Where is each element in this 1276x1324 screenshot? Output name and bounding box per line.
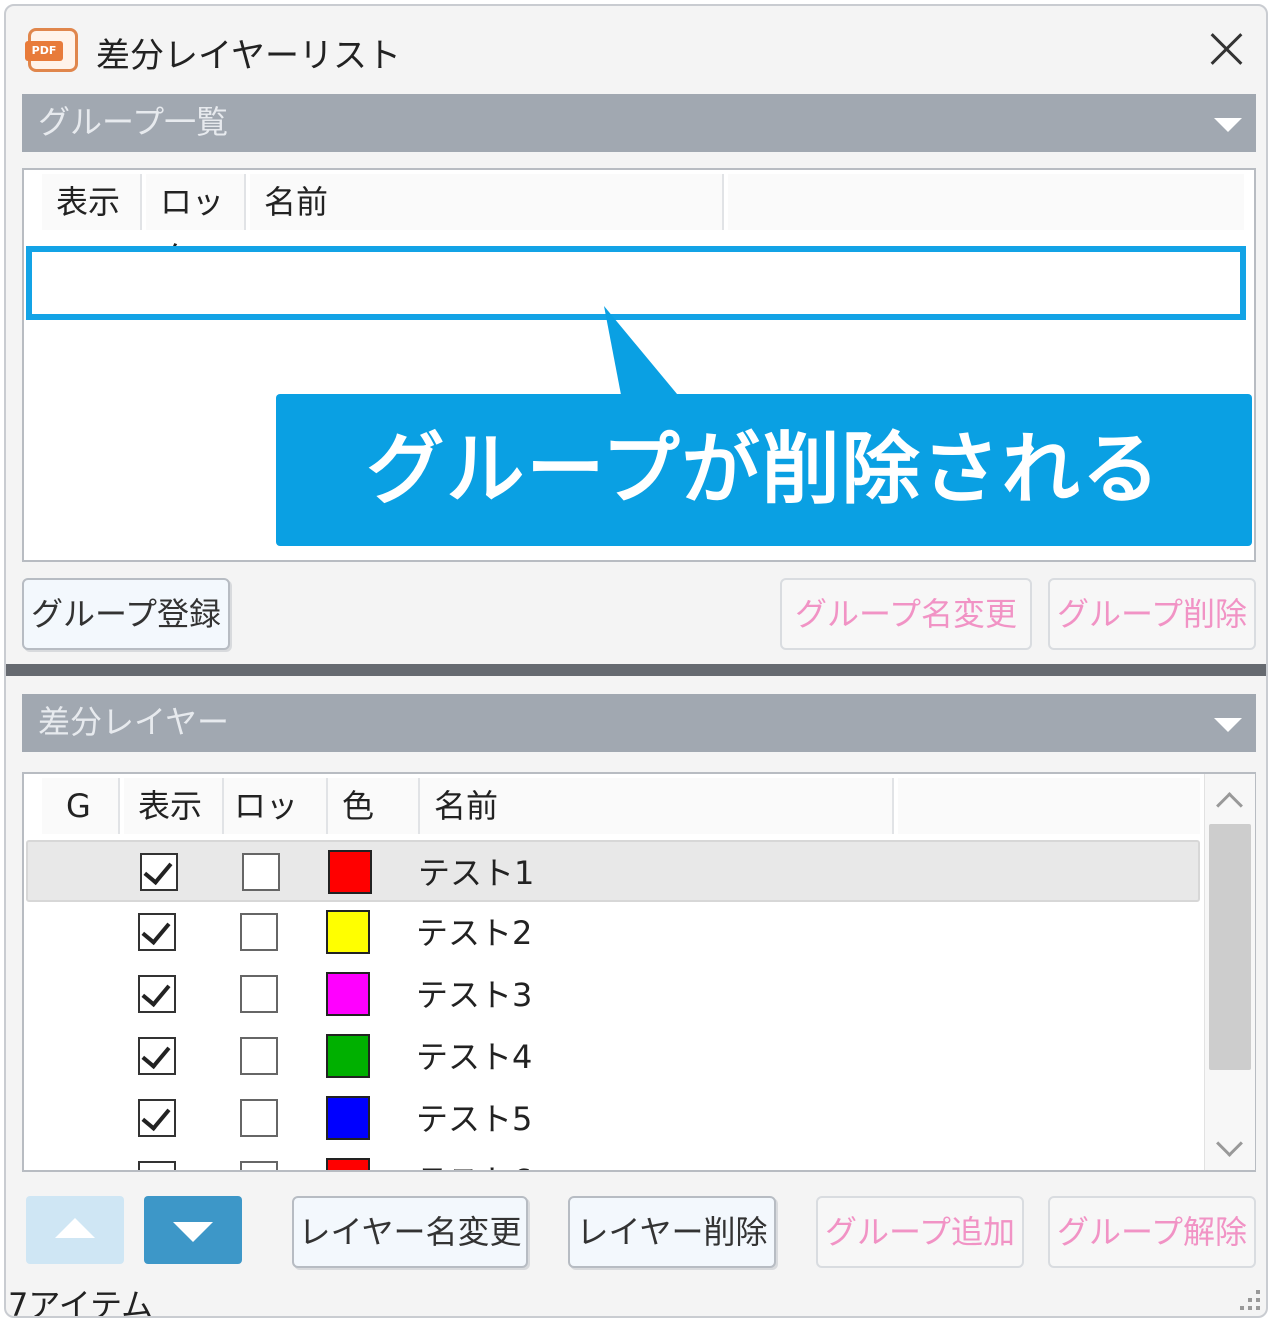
group-col-name[interactable]: 名前 — [250, 174, 724, 230]
layer-name: テスト4 — [416, 1038, 533, 1076]
visible-checkbox[interactable] — [138, 975, 176, 1013]
layer-row[interactable]: テスト2 — [26, 902, 1200, 964]
callout-banner: グループが削除される — [276, 394, 1252, 546]
callout-tail — [604, 306, 682, 400]
layer-list[interactable]: G 表示 ロック 色 名前 テスト1テスト2テスト3テスト4テスト5テスト6 — [22, 772, 1256, 1172]
lock-checkbox[interactable] — [240, 1099, 278, 1137]
group-remove-button[interactable]: グループ解除 — [1048, 1196, 1256, 1268]
lock-checkbox[interactable] — [240, 975, 278, 1013]
layer-rows: テスト1 テスト2 テスト3 テスト4 テスト5 テスト6 — [24, 774, 1202, 1170]
chevron-down-icon[interactable] — [1214, 718, 1242, 732]
color-swatch[interactable] — [326, 910, 370, 954]
visible-checkbox[interactable] — [138, 1161, 176, 1170]
layer-scrollbar[interactable] — [1204, 774, 1255, 1170]
lock-checkbox[interactable] — [240, 913, 278, 951]
layer-row[interactable]: テスト4 — [26, 1026, 1200, 1088]
layer-name: テスト5 — [416, 1100, 533, 1138]
visible-checkbox[interactable] — [138, 1099, 176, 1137]
group-rename-button[interactable]: グループ名変更 — [780, 578, 1032, 650]
layer-name: テスト1 — [418, 854, 535, 892]
arrow-up-icon — [55, 1218, 95, 1238]
move-down-button[interactable] — [144, 1196, 242, 1264]
scroll-down-icon[interactable] — [1216, 1130, 1243, 1157]
title-bar: PDF 差分レイヤーリスト — [6, 6, 1266, 92]
item-count-status: 7アイテム — [8, 1286, 154, 1318]
layer-name: テスト3 — [416, 976, 533, 1014]
layer-row[interactable]: テスト3 — [26, 964, 1200, 1026]
resize-grip-icon[interactable] — [1240, 1290, 1262, 1312]
layer-list-window: PDF 差分レイヤーリスト グループ一覧 表示 ロック 名前 グループが削除され… — [4, 4, 1268, 1318]
layer-rename-button[interactable]: レイヤー名変更 — [292, 1196, 528, 1268]
group-delete-button[interactable]: グループ削除 — [1048, 578, 1256, 650]
arrow-down-icon — [173, 1222, 213, 1242]
group-add-button[interactable]: グループ追加 — [816, 1196, 1024, 1268]
color-swatch[interactable] — [326, 1158, 370, 1170]
section-splitter[interactable] — [6, 664, 1266, 676]
lock-checkbox[interactable] — [242, 853, 280, 891]
layer-row[interactable]: テスト1 — [26, 840, 1200, 902]
layer-section-header[interactable]: 差分レイヤー — [22, 694, 1256, 752]
group-col-empty — [728, 174, 1244, 230]
pdf-app-icon: PDF — [25, 28, 78, 72]
group-section-header[interactable]: グループ一覧 — [22, 94, 1256, 152]
layer-delete-button[interactable]: レイヤー削除 — [568, 1196, 776, 1268]
lock-checkbox[interactable] — [240, 1161, 278, 1170]
window-title: 差分レイヤーリスト — [96, 36, 401, 76]
color-swatch[interactable] — [326, 1034, 370, 1078]
color-swatch[interactable] — [328, 850, 372, 894]
group-col-lock[interactable]: ロック — [146, 174, 246, 277]
layer-name: テスト2 — [416, 914, 533, 952]
layer-name: テスト6 — [416, 1150, 532, 1170]
visible-checkbox[interactable] — [138, 913, 176, 951]
layer-section-title: 差分レイヤー — [38, 703, 230, 741]
callout-text: グループが削除される — [366, 425, 1162, 515]
layer-row[interactable]: テスト5 — [26, 1088, 1200, 1150]
lock-checkbox[interactable] — [240, 1037, 278, 1075]
move-up-button[interactable] — [26, 1196, 124, 1264]
layer-row[interactable]: テスト6 — [26, 1150, 1200, 1170]
scroll-up-icon[interactable] — [1216, 792, 1243, 819]
scroll-thumb[interactable] — [1209, 824, 1251, 1070]
visible-checkbox[interactable] — [140, 853, 178, 891]
color-swatch[interactable] — [326, 972, 370, 1016]
group-col-visible[interactable]: 表示 — [42, 174, 142, 230]
group-register-button[interactable]: グループ登録 — [22, 578, 230, 650]
color-swatch[interactable] — [326, 1096, 370, 1140]
visible-checkbox[interactable] — [138, 1037, 176, 1075]
close-icon[interactable] — [1204, 26, 1250, 72]
group-section-title: グループ一覧 — [38, 103, 229, 141]
chevron-down-icon[interactable] — [1214, 118, 1242, 132]
